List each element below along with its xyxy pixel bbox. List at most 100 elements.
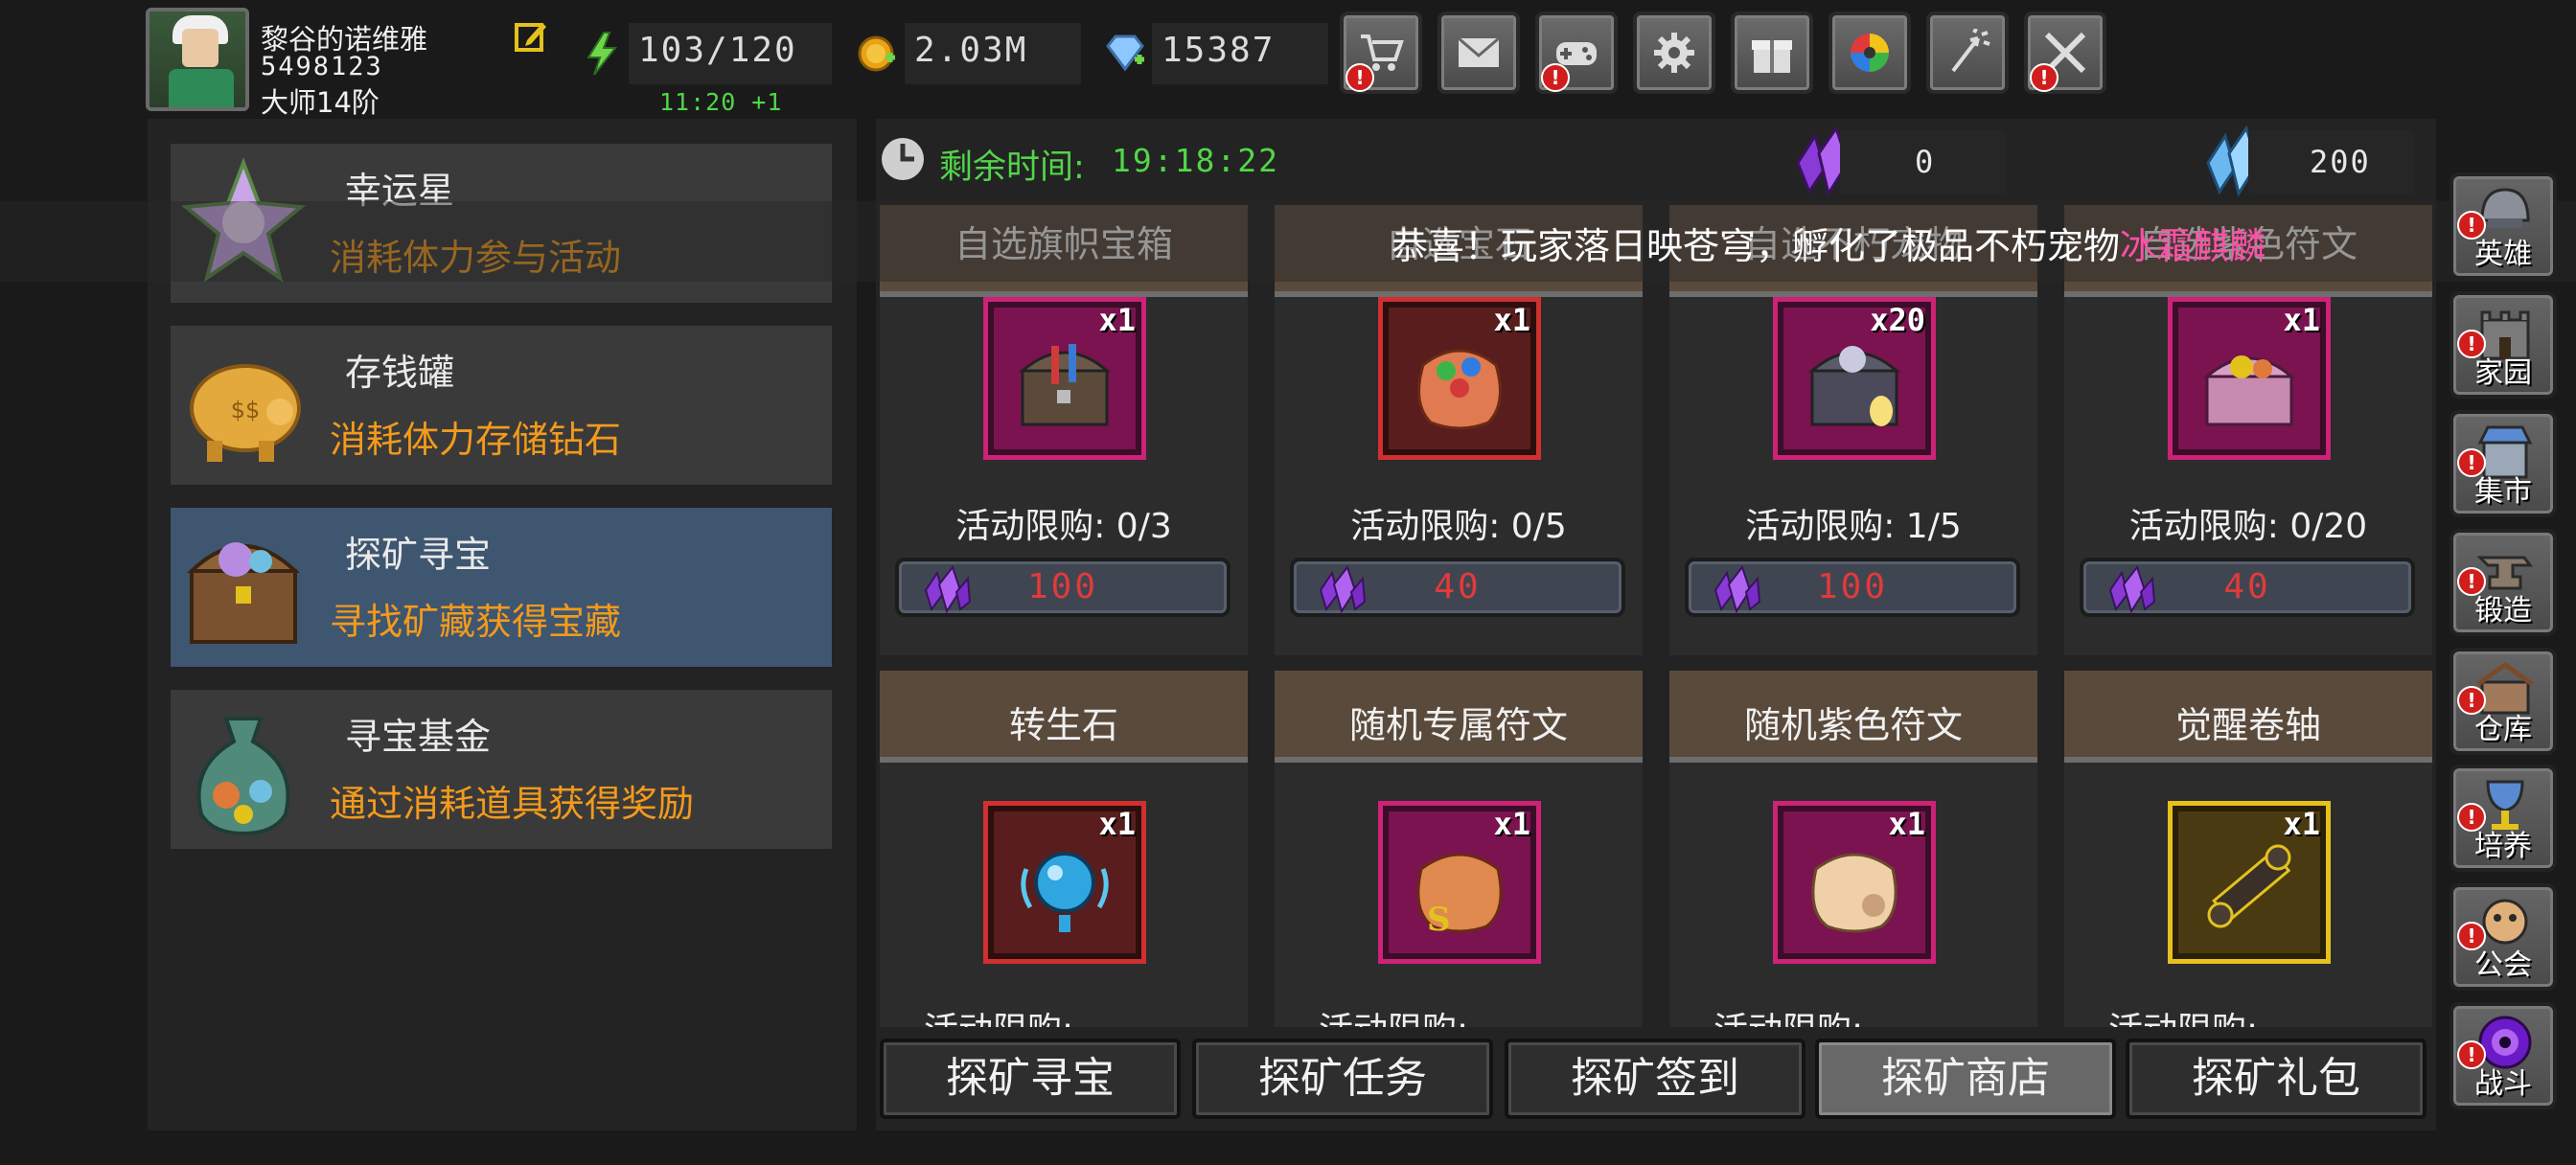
item-quantity: x1 [2283,806,2320,842]
tab-mining-pack[interactable]: 探矿礼包 [2126,1039,2426,1119]
item-slot[interactable]: x1 [2168,801,2331,964]
timer-value: 19:18:22 [1112,142,1279,179]
alert-badge: ! [2030,63,2058,92]
item-price: 40 [2223,567,2271,606]
purchase-limit-partial: 活动限购: [1714,1002,2020,1027]
svg-text:S: S [1427,901,1451,939]
timer-label: 剩余时间: [939,148,1085,187]
purchase-limit-partial: 活动限购: [924,1002,1230,1027]
alert-badge: ! [1541,63,1570,92]
card-title: 随机紫色符文 [1743,704,1963,746]
purchase-limit-partial: 活动限购: [2108,1002,2415,1027]
purchase-limit-partial: 活动限购: [1319,1002,1625,1027]
svg-text:$$: $$ [231,397,261,423]
fireworks-icon [1951,29,1990,73]
side-button-label: 战斗 [2474,1067,2532,1101]
color-wheel-button[interactable] [1828,11,1911,94]
menu-item-mining-treasure[interactable]: 探矿寻宝 寻找矿藏获得宝藏 [171,508,832,667]
side-button-label: 英雄 [2474,238,2532,271]
shop-button[interactable]: ! [1340,11,1422,94]
buy-button[interactable]: 100 [1685,558,2020,617]
item-slot[interactable]: x1 [983,801,1146,964]
item-quantity: x1 [1098,302,1136,338]
item-price: 100 [1026,567,1099,606]
purple-rune-icon [1811,853,1898,933]
tab-mining-tasks[interactable]: 探矿任务 [1192,1039,1493,1119]
tab-mining-shop[interactable]: 探矿商店 [1815,1039,2116,1119]
buy-button[interactable]: 100 [895,558,1230,617]
menu-item-piggy-bank[interactable]: $$ 存钱罐 消耗体力存储钻石 [171,326,832,485]
gift-button[interactable] [1731,11,1813,94]
shop-card[interactable]: 随机专属符文 Sx1 活动限购: [1275,671,1643,1027]
side-button-portal[interactable]: ! 战斗 [2450,1002,2557,1109]
purchase-limit: 活动限购: 0/5 [1350,507,1567,546]
side-button-chalice[interactable]: ! 培养 [2450,765,2557,872]
mail-button[interactable] [1438,11,1520,94]
purchase-limit: 活动限购: 0/3 [955,507,1172,546]
stamina-value: 103/120 [638,31,797,70]
menu-title: 寻宝基金 [345,716,492,758]
tab-mining-signin[interactable]: 探矿签到 [1505,1039,1806,1119]
shop-card[interactable]: 转生石 x1 活动限购: [880,671,1248,1027]
edit-icon[interactable] [514,19,548,54]
side-button-label: 集市 [2474,475,2532,509]
battle-button[interactable]: ! [2024,11,2106,94]
clock-icon [882,138,924,180]
gold-coin-icon[interactable] [857,31,899,77]
rune-chest-icon [2202,355,2296,426]
item-slot[interactable]: x1 [1773,801,1936,964]
card-title: 觉醒卷轴 [2174,704,2321,746]
item-quantity: x1 [2283,302,2320,338]
menu-title: 存钱罐 [345,352,455,394]
side-button-market[interactable]: ! 集市 [2450,410,2557,517]
broadcast-text: 恭喜！玩家落日映苍穹，孵化了极品不朽宠物冰霜麒麟 [1392,217,2266,269]
diamond-icon[interactable] [1104,31,1146,77]
side-button-warehouse[interactable]: ! 仓库 [2450,648,2557,755]
card-title: 转生石 [1008,704,1118,746]
exclusive-rune-icon: S [1416,853,1503,939]
item-slot[interactable]: x1 [983,297,1146,460]
item-slot[interactable]: Sx1 [1378,801,1541,964]
side-button-label: 培养 [2474,830,2532,863]
item-quantity: x1 [1098,806,1136,842]
item-quantity: x1 [1493,302,1530,338]
piggy-bank-icon: $$ [190,364,301,462]
card-title: 随机专属符文 [1348,704,1568,746]
item-price: 100 [1816,567,1889,606]
broadcast-highlight: 冰霜麒麟 [2120,225,2266,267]
color-wheel-icon [1851,34,1889,72]
side-button-castle[interactable]: ! 家园 [2450,291,2557,399]
shop-card[interactable]: 随机紫色符文 x1 活动限购: [1669,671,2037,1027]
item-quantity: x1 [1493,806,1530,842]
diamond-value: 15387 [1162,31,1276,70]
menu-desc: 消耗体力存储钻石 [330,419,622,461]
pet-chest-icon [1807,346,1901,426]
side-button-guild[interactable]: ! 公会 [2450,883,2557,991]
menu-item-treasure-fund[interactable]: 寻宝基金 通过消耗道具获得奖励 [171,690,832,849]
item-quantity: x1 [1888,806,1925,842]
menu-desc: 通过消耗道具获得奖励 [330,783,695,825]
side-button-anvil[interactable]: ! 锻造 [2450,529,2557,636]
player-rank: 大师14阶 [261,86,380,119]
buy-button[interactable]: 40 [1290,558,1625,617]
treasure-bag-icon [196,717,290,836]
item-slot[interactable]: x20 [1773,297,1936,460]
purple-crystal-value: 0 [1915,144,1936,180]
shop-card[interactable]: 觉醒卷轴 x1 活动限购: [2064,671,2432,1027]
awakening-scroll-icon [2207,844,2291,928]
banner-chest-icon [1018,344,1112,426]
rebirth-stone-icon [1021,852,1109,932]
gamepad-button[interactable]: ! [1535,11,1618,94]
fireworks-button[interactable] [1926,11,2009,94]
gold-value: 2.03M [914,31,1028,70]
buy-button[interactable]: 40 [2080,558,2415,617]
item-slot[interactable]: x1 [2168,297,2331,460]
side-button-helmet[interactable]: ! 英雄 [2450,172,2557,280]
settings-button[interactable] [1633,11,1715,94]
player-avatar[interactable] [146,8,249,111]
settings-icon [1654,33,1694,73]
menu-title: 探矿寻宝 [345,534,492,576]
tab-mining-treasure[interactable]: 探矿寻宝 [880,1039,1181,1119]
item-slot[interactable]: x1 [1378,297,1541,460]
purchase-limit: 活动限购: 1/5 [1745,507,1962,546]
